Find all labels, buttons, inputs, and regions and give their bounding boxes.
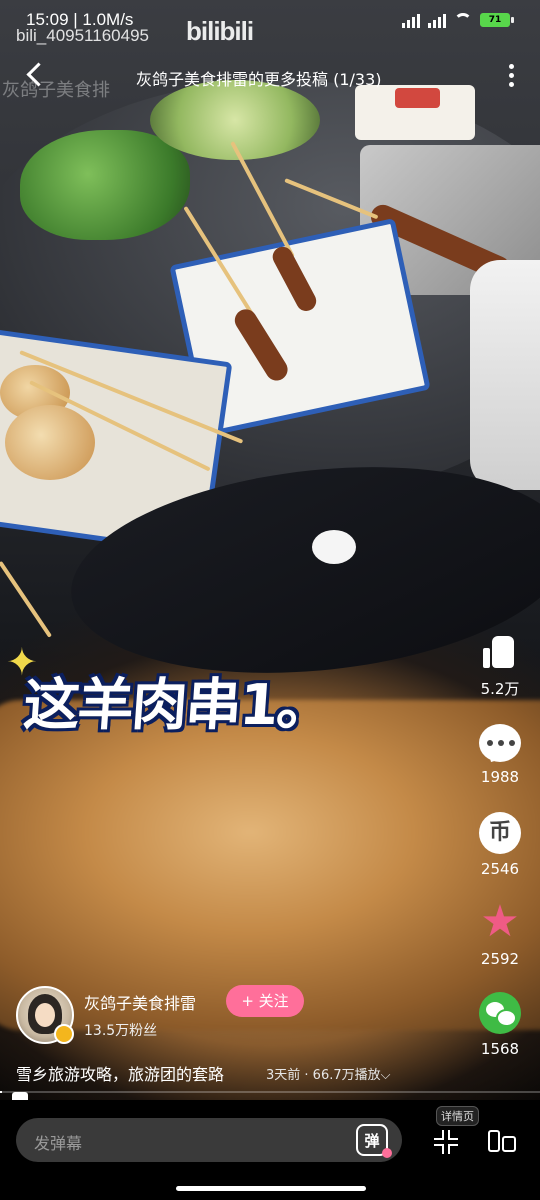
- thumbs-up-icon: [480, 632, 520, 672]
- danmaku-placeholder: 发弹幕: [34, 1134, 83, 1153]
- exit-fullscreen-icon[interactable]: [434, 1130, 458, 1154]
- ghost-title: 灰鸽子美食排: [2, 80, 110, 101]
- star-icon: ★: [480, 896, 520, 947]
- video-frame: [0, 0, 540, 1200]
- bottom-bar: 发弹幕 弹 详情页: [0, 1100, 540, 1200]
- video-description[interactable]: 雪乡旅游攻略，旅游团的套路: [16, 1061, 224, 1085]
- avatar-face: [35, 1003, 55, 1027]
- coin-button[interactable]: 币 2546: [460, 812, 540, 878]
- follow-button[interactable]: + 关注: [226, 985, 304, 1017]
- wooden-table: [0, 700, 540, 1030]
- status-icons: 71: [402, 12, 514, 28]
- author-name[interactable]: 灰鸽子美食排雷: [84, 990, 196, 1014]
- favorite-count: 2592: [480, 950, 520, 968]
- coin-icon: 币: [479, 812, 521, 854]
- signal-icon: [402, 12, 420, 28]
- like-count: 5.2万: [480, 680, 520, 698]
- skewer-stick: [0, 560, 52, 638]
- wechat-icon: [479, 992, 521, 1034]
- comment-count: 1988: [480, 768, 520, 786]
- white-cloth: [470, 260, 540, 490]
- bun: [5, 405, 95, 480]
- signal-icon: [428, 12, 446, 28]
- fans-count: 13.5万粉丝: [84, 1023, 158, 1039]
- progress-bar[interactable]: [0, 1091, 540, 1093]
- page-title[interactable]: 灰鸽子美食排雷的更多投稿 (1/33): [136, 66, 382, 90]
- landscape-mode-icon[interactable]: [488, 1128, 516, 1154]
- coin-count: 2546: [480, 860, 520, 878]
- light-reflection: [312, 530, 356, 564]
- avatar[interactable]: [16, 986, 74, 1044]
- favorite-button[interactable]: ★ 2592: [460, 896, 540, 969]
- video-player-screen[interactable]: 15:09 | 1.0M/s 71 bili_40951160495 bilib…: [0, 0, 540, 1200]
- danmaku-input[interactable]: 发弹幕 弹: [16, 1118, 402, 1162]
- watermark-user-id: bili_40951160495: [16, 26, 149, 45]
- more-menu-icon[interactable]: [508, 62, 514, 90]
- comment-bubble-icon: [479, 724, 521, 762]
- back-arrow-icon[interactable]: [20, 60, 50, 90]
- progress-fill: [0, 1091, 2, 1093]
- bilibili-logo: bilibili: [186, 16, 254, 46]
- verified-badge-icon: [54, 1024, 74, 1044]
- like-button[interactable]: 5.2万: [460, 632, 540, 699]
- video-caption: 这羊肉串1。: [21, 673, 333, 738]
- home-indicator[interactable]: [176, 1186, 366, 1191]
- vegetables: [20, 130, 190, 240]
- share-count: 1568: [480, 1040, 520, 1058]
- danmaku-toggle-button[interactable]: 弹: [356, 1124, 392, 1158]
- detail-page-tag[interactable]: 详情页: [436, 1106, 479, 1126]
- wifi-icon: [454, 13, 472, 27]
- battery-icon: 71: [480, 13, 514, 27]
- share-button[interactable]: 1568: [460, 992, 540, 1058]
- video-meta[interactable]: 3天前 · 66.7万播放⌵: [266, 1064, 390, 1083]
- top-bar: 灰鸽子美食排 灰鸽子美食排雷的更多投稿 (1/33): [0, 54, 540, 101]
- comment-button[interactable]: 1988: [460, 724, 540, 786]
